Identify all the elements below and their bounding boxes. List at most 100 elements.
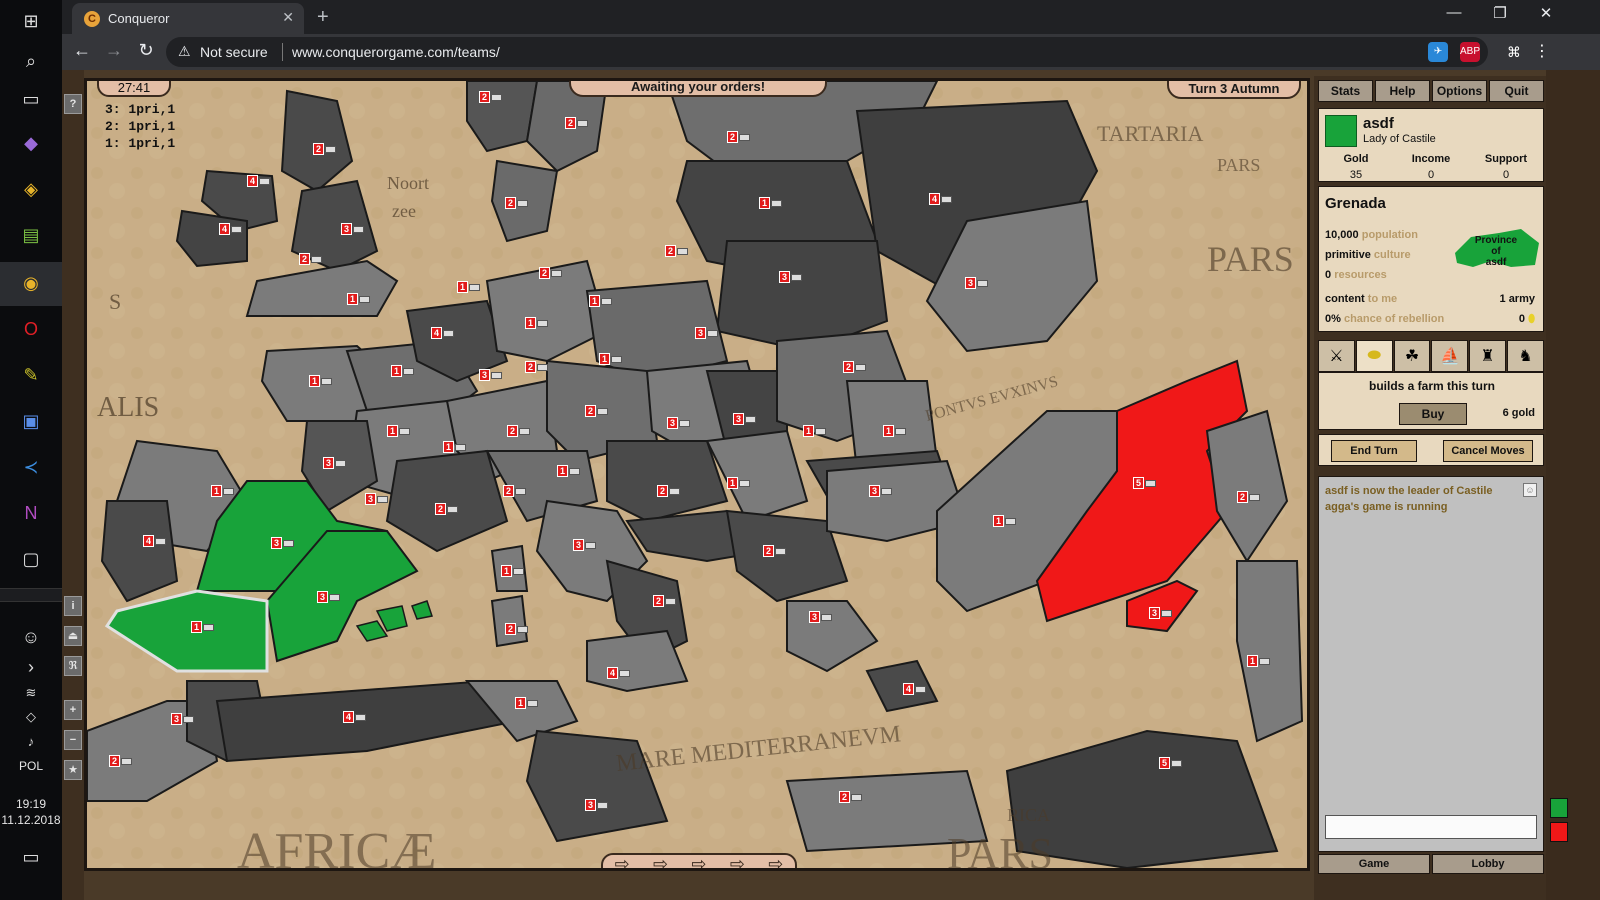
clock-time[interactable]: 19:19 xyxy=(0,796,62,812)
order-queue-item[interactable]: 1: 1pri,1 xyxy=(105,135,175,152)
army-marker[interactable]: 2 xyxy=(503,485,526,497)
army-marker[interactable]: 4 xyxy=(247,175,270,187)
help-tool-button[interactable]: ? xyxy=(64,94,82,114)
army-marker[interactable]: 1 xyxy=(589,295,612,307)
army-marker[interactable]: 1 xyxy=(387,425,410,437)
army-marker[interactable]: 3 xyxy=(733,413,756,425)
tab-close-icon[interactable]: ✕ xyxy=(282,9,294,26)
army-marker[interactable]: 2 xyxy=(539,267,562,279)
zoom-out-button[interactable]: − xyxy=(64,730,82,750)
people-icon[interactable]: ☺ xyxy=(18,624,44,650)
new-tab-button[interactable]: + xyxy=(317,6,329,29)
army-marker-player[interactable]: 1 xyxy=(191,621,214,633)
army-marker[interactable]: 4 xyxy=(903,683,926,695)
army-marker[interactable]: 3 xyxy=(365,493,388,505)
army-marker[interactable]: 1 xyxy=(347,293,370,305)
cancel-moves-button[interactable]: Cancel Moves xyxy=(1443,440,1533,462)
army-marker[interactable]: 2 xyxy=(505,197,528,209)
army-marker[interactable]: 1 xyxy=(557,465,580,477)
fortress-icon[interactable]: ♜ xyxy=(1469,340,1507,372)
army-marker[interactable]: 2 xyxy=(727,131,750,143)
arrow-right-icon[interactable]: ⇨ xyxy=(768,854,783,869)
army-marker[interactable]: 3 xyxy=(965,277,988,289)
info-tool-button[interactable]: i xyxy=(64,596,82,616)
army-marker[interactable]: 2 xyxy=(479,91,502,103)
army-marker-enemy[interactable]: 3 xyxy=(1149,607,1172,619)
player-color-red[interactable] xyxy=(1550,822,1568,842)
army-marker[interactable]: 1 xyxy=(515,697,538,709)
army-marker[interactable]: 1 xyxy=(501,565,524,577)
task-view-icon[interactable]: ▭ xyxy=(18,86,44,112)
army-marker[interactable]: 2 xyxy=(313,143,336,155)
army-marker[interactable]: 3 xyxy=(171,713,194,725)
close-window-button[interactable]: ✕ xyxy=(1526,4,1566,22)
army-marker[interactable]: 1 xyxy=(727,477,750,489)
army-marker[interactable]: 1 xyxy=(443,441,466,453)
back-button[interactable]: ← xyxy=(70,40,94,61)
army-marker[interactable]: 4 xyxy=(343,711,366,723)
minimize-button[interactable]: — xyxy=(1434,4,1474,21)
chrome-menu-icon[interactable]: ⋮ xyxy=(1532,42,1552,62)
army-marker[interactable]: 3 xyxy=(323,457,346,469)
user-icon[interactable]: ☺ xyxy=(1523,483,1537,497)
army-marker[interactable]: 2 xyxy=(299,253,322,265)
tab-game[interactable]: Game xyxy=(1318,854,1430,874)
army-marker[interactable]: 1 xyxy=(211,485,234,497)
opera-icon[interactable]: O xyxy=(18,316,44,342)
army-marker[interactable]: 1 xyxy=(391,365,414,377)
army-marker[interactable]: 2 xyxy=(653,595,676,607)
army-marker[interactable]: 2 xyxy=(657,485,680,497)
zoom-in-button[interactable]: + xyxy=(64,700,82,720)
ship-icon[interactable]: ⛵ xyxy=(1431,340,1469,372)
network-icon[interactable]: ≋ xyxy=(18,680,44,706)
army-marker[interactable]: 3 xyxy=(809,611,832,623)
onenote-icon[interactable]: N xyxy=(18,500,44,526)
address-bar[interactable]: ⚠ Not secure www.conquerorgame.com/teams… xyxy=(166,37,1488,67)
army-marker[interactable]: 2 xyxy=(843,361,866,373)
province[interactable] xyxy=(490,594,529,648)
chevron-right-icon[interactable]: › xyxy=(18,654,44,680)
extension-puzzle-icon[interactable]: ⌘ xyxy=(1504,42,1524,62)
notifications-icon[interactable]: ▭ xyxy=(18,844,44,870)
chrome-icon[interactable]: ◉ xyxy=(18,270,44,296)
army-marker[interactable]: 4 xyxy=(929,193,952,205)
player-color-green[interactable] xyxy=(1550,798,1568,818)
buy-button[interactable]: Buy xyxy=(1399,403,1467,425)
soldier-icon[interactable]: ♞ xyxy=(1507,340,1544,372)
window-app-icon[interactable]: ▢ xyxy=(18,546,44,572)
realm-tool-button[interactable]: ℜ xyxy=(64,656,82,676)
taskbar-scroller[interactable] xyxy=(0,588,62,602)
warning-icon[interactable]: ⚠ xyxy=(178,43,191,60)
end-turn-button[interactable]: End Turn xyxy=(1331,440,1417,462)
quit-button[interactable]: Quit xyxy=(1489,80,1544,102)
security-label[interactable]: Not secure xyxy=(200,44,268,60)
arrow-right-icon[interactable]: ⇨ xyxy=(691,854,706,869)
army-marker[interactable]: 2 xyxy=(525,361,548,373)
army-marker-player[interactable]: 3 xyxy=(317,591,340,603)
army-marker[interactable]: 4 xyxy=(219,223,242,235)
clock-date[interactable]: 11.12.2018 xyxy=(0,812,62,828)
adblock-icon[interactable]: ABP xyxy=(1460,42,1480,62)
army-marker[interactable]: 1 xyxy=(457,281,480,293)
volume-icon[interactable]: ♪ xyxy=(18,728,44,754)
windows-start-icon[interactable]: ⊞ xyxy=(18,8,44,34)
tools-icon[interactable]: ✎ xyxy=(18,362,44,388)
arrow-right-icon[interactable]: ⇨ xyxy=(653,854,668,869)
army-marker[interactable]: 1 xyxy=(803,425,826,437)
chat-input[interactable] xyxy=(1325,815,1537,839)
army-marker[interactable]: 1 xyxy=(1247,655,1270,667)
army-marker[interactable]: 2 xyxy=(507,425,530,437)
army-marker[interactable]: 1 xyxy=(599,353,622,365)
url-text[interactable]: www.conquerorgame.com/teams/ xyxy=(292,44,500,60)
order-queue-item[interactable]: 3: 1pri,1 xyxy=(105,101,175,118)
vscode-icon[interactable]: ≺ xyxy=(18,454,44,480)
tab-lobby[interactable]: Lobby xyxy=(1432,854,1544,874)
army-marker[interactable]: 1 xyxy=(525,317,548,329)
eject-tool-button[interactable]: ⏏ xyxy=(64,626,82,646)
army-marker[interactable]: 2 xyxy=(435,503,458,515)
world-map[interactable]: Noort zee S ALIS TARTARIA PARS PARS PONT… xyxy=(84,78,1310,871)
options-button[interactable]: Options xyxy=(1432,80,1487,102)
farm-icon[interactable]: ☘ xyxy=(1393,340,1431,372)
army-marker[interactable]: 4 xyxy=(431,327,454,339)
search-icon[interactable]: ⌕ xyxy=(18,48,44,74)
